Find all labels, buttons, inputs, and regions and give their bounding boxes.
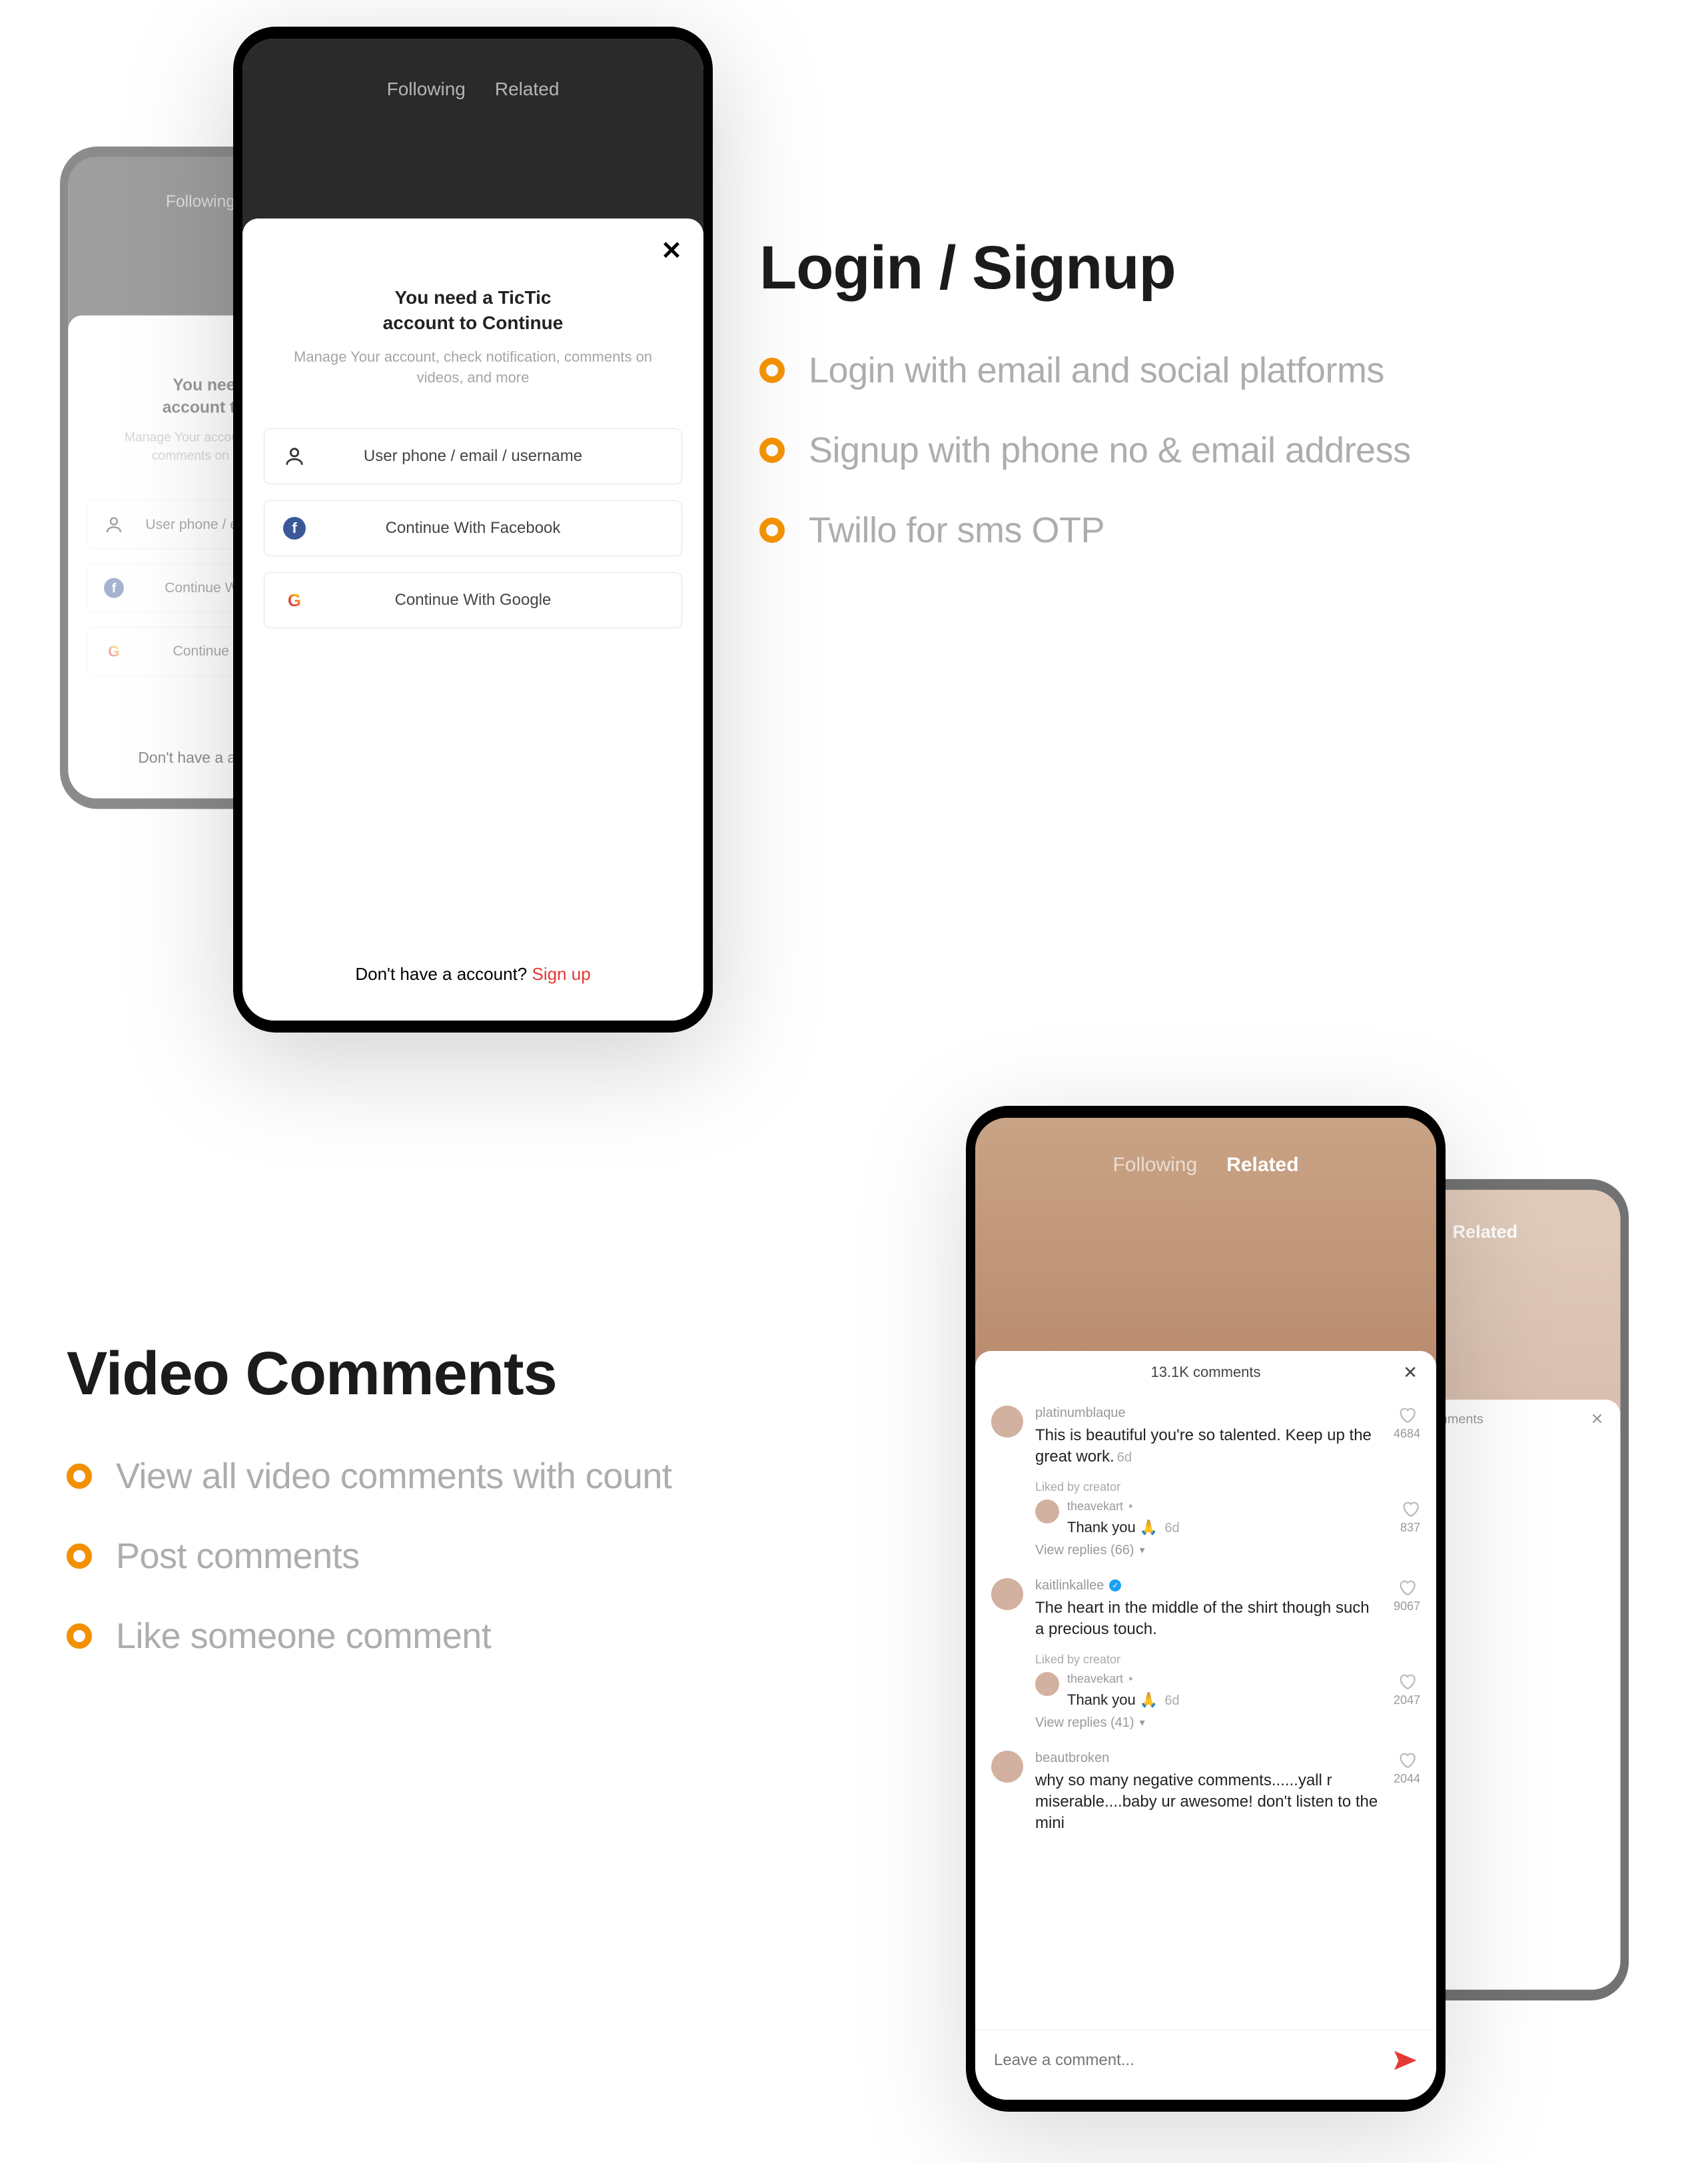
bullet-icon [759,518,785,543]
feed-tab-following[interactable]: Following [1112,1154,1197,1176]
login-phone-email-label: User phone / email / username [306,447,663,466]
avatar[interactable] [991,1751,1023,1783]
login-subtitle: Manage Your account, check notification,… [264,346,682,389]
login-facebook-label: Continue With Facebook [306,519,663,538]
avatar[interactable] [1035,1500,1059,1523]
heart-icon[interactable] [1398,1578,1416,1597]
signup-footer: Don't have a account? Sign up [264,936,682,1021]
chevron-down-icon: ▾ [1140,1716,1145,1729]
login-phone: Following Related ✕ You need a TicTic ac… [233,27,713,1033]
feed-tab-related[interactable]: Related [1226,1154,1298,1176]
reply-username[interactable]: theavekart [1067,1672,1123,1686]
login-facebook-button[interactable]: f Continue With Facebook [264,500,682,556]
comment-input-row [975,2030,1436,2100]
comment-username[interactable]: platinumblaque [1035,1406,1382,1421]
heart-icon[interactable] [1398,1751,1416,1769]
comment-input[interactable] [994,2051,1380,2070]
feature-item: Login with email and social platforms [759,350,1659,391]
bullet-icon [67,1464,92,1489]
feed-tab-related[interactable]: Related [495,79,560,100]
avatar[interactable] [991,1578,1023,1610]
login-google-button[interactable]: G Continue With Google [264,572,682,628]
login-heading: Login / Signup [759,233,1659,303]
heart-icon[interactable] [1401,1500,1420,1518]
bullet-icon [759,358,785,383]
signup-link[interactable]: Sign up [532,964,590,984]
login-google-label: Continue With Google [306,591,663,610]
like-count: 837 [1400,1521,1420,1535]
liked-by-creator-label: Liked by creator [1035,1480,1420,1494]
reply-text: Thank you 🙏 [1067,1691,1158,1708]
user-icon [104,515,124,535]
comment-username[interactable]: beautbroken [1035,1751,1382,1766]
comment-text: why so many negative comments......yall … [1035,1770,1382,1835]
feature-item: Post comments [67,1535,919,1577]
user-icon [283,445,306,468]
feature-item: View all video comments with count [67,1456,919,1497]
view-replies-button[interactable]: View replies (66)▾ [1035,1543,1420,1566]
facebook-icon: f [283,517,306,540]
chevron-down-icon: ▾ [1140,1543,1145,1557]
bullet-icon [67,1623,92,1649]
comment-text: The heart in the middle of the shirt tho… [1035,1597,1382,1641]
login-features: Login / Signup Login with email and soci… [759,233,1659,590]
feature-item: Signup with phone no & email address [759,430,1659,471]
comment-item: beautbroken why so many negative comment… [991,1739,1420,1839]
reply-username[interactable]: theavekart [1067,1500,1123,1514]
reply-text: Thank you 🙏 [1067,1519,1158,1535]
comments-header: 13.1K comments ✕ [975,1351,1436,1394]
comments-heading: Video Comments [67,1339,919,1409]
send-icon[interactable] [1392,2048,1418,2073]
comments-sheet: 13.1K comments ✕ platinumblaque This is … [975,1351,1436,2100]
avatar[interactable] [1035,1672,1059,1696]
feed-tab-following[interactable]: Following [387,79,466,100]
comments-phone: Following Related 13.1K comments ✕ plati… [966,1106,1446,2112]
close-icon[interactable]: ✕ [661,236,682,266]
like-count: 4684 [1394,1427,1420,1441]
like-count: 9067 [1394,1599,1420,1613]
login-sheet: ✕ You need a TicTic account to Continue … [242,218,703,1021]
feature-item: Like someone comment [67,1615,919,1657]
reply-item: theavekart • Thank you 🙏 6d 837 [1035,1500,1420,1543]
view-replies-button[interactable]: View replies (41)▾ [1035,1715,1420,1739]
comment-item: kaitlinkallee ✓ The heart in the middle … [991,1566,1420,1645]
bullet-icon [759,438,785,463]
like-count: 2044 [1394,1772,1420,1786]
login-phone-email-button[interactable]: User phone / email / username [264,428,682,484]
google-icon: G [283,589,306,612]
close-icon[interactable]: ✕ [1403,1362,1418,1383]
heart-icon[interactable] [1398,1672,1416,1691]
comment-username[interactable]: kaitlinkallee [1035,1578,1104,1593]
feature-item: Twillo for sms OTP [759,510,1659,551]
facebook-icon: f [104,578,124,598]
comment-text: This is beautiful you're so talented. Ke… [1035,1425,1382,1468]
feed-tab-following[interactable]: Following [166,193,235,211]
comment-item: platinumblaque This is beautiful you're … [991,1394,1420,1472]
avatar[interactable] [991,1406,1023,1438]
like-count: 2047 [1394,1693,1420,1707]
liked-by-creator-label: Liked by creator [1035,1653,1420,1667]
comments-count: 13.1K comments [1150,1364,1260,1381]
comments-features: Video Comments View all video comments w… [67,1339,919,1695]
heart-icon[interactable] [1398,1406,1416,1424]
reply-item: theavekart • Thank you 🙏 6d 2047 [1035,1672,1420,1715]
bullet-icon [67,1543,92,1569]
verified-badge-icon: ✓ [1109,1579,1121,1591]
video-background: Following Related [975,1118,1436,1384]
login-title: You need a TicTic account to Continue [264,285,682,336]
google-icon: G [104,642,124,661]
